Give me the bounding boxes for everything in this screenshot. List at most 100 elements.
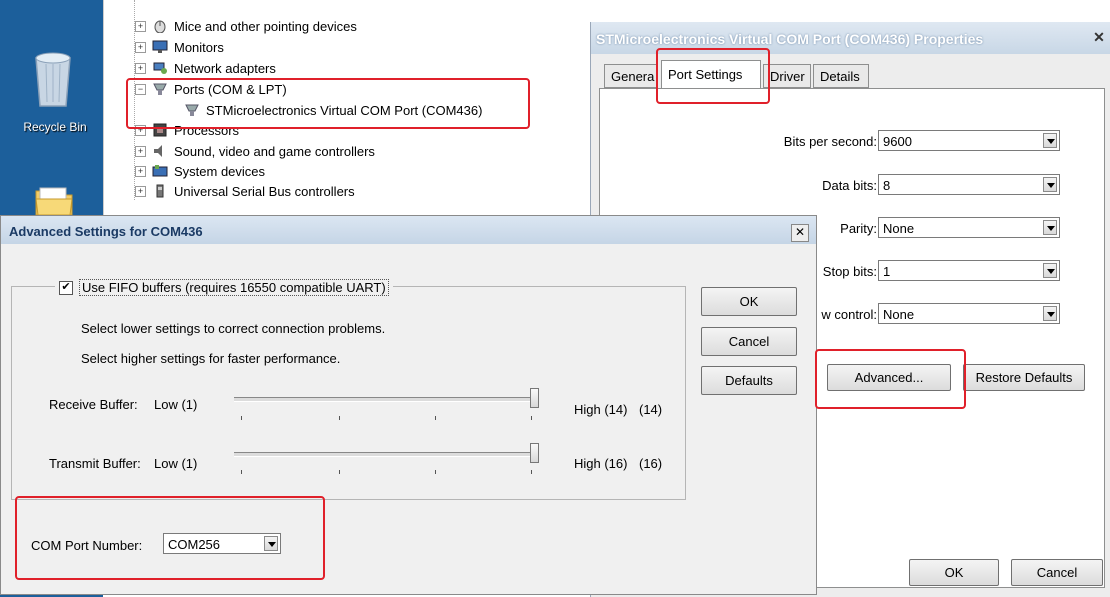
transmit-buffer-slider-thumb[interactable]	[530, 443, 539, 463]
stop-bits-select[interactable]: 1	[878, 260, 1060, 281]
tree-item-label: Network adapters	[174, 60, 276, 76]
sound-icon	[152, 144, 168, 158]
tab-label: Genera	[611, 69, 655, 84]
tab-label: Port Settings	[668, 67, 743, 82]
slider-tick	[435, 470, 436, 474]
dialog-title: STMicroelectronics Virtual COM Port (COM…	[596, 31, 984, 47]
slider-tick	[531, 470, 532, 474]
hint-higher-text: Select higher settings for faster perfor…	[81, 351, 341, 366]
com-port-number-label: COM Port Number:	[31, 538, 143, 553]
cancel-button[interactable]: Cancel	[1011, 559, 1103, 586]
tree-item-mice[interactable]: + Mice and other pointing devices	[135, 16, 357, 36]
bits-per-second-label: Bits per second:	[783, 134, 877, 149]
receive-buffer-high-label: High (14)	[574, 402, 628, 417]
slider-tick	[241, 416, 242, 420]
tree-item-label: System devices	[174, 163, 266, 179]
cancel-button[interactable]: Cancel	[701, 327, 797, 356]
recycle-bin-icon[interactable]	[28, 48, 78, 110]
chevron-down-icon[interactable]	[1043, 177, 1057, 192]
expand-toggle[interactable]: +	[135, 145, 146, 157]
tab-details[interactable]: Details	[813, 64, 869, 88]
restore-defaults-button[interactable]: Restore Defaults	[963, 364, 1085, 391]
expand-toggle[interactable]: +	[135, 165, 146, 177]
close-icon[interactable]: ✕	[1091, 29, 1107, 45]
dialog-title-bar[interactable]: Advanced Settings for COM436 ✕	[1, 216, 816, 244]
chevron-down-icon[interactable]	[1043, 133, 1057, 148]
tree-item-label: Mice and other pointing devices	[174, 18, 357, 34]
tree-item-label: STMicroelectronics Virtual COM Port (COM…	[206, 102, 483, 118]
expand-toggle[interactable]: +	[135, 20, 146, 32]
stop-bits-value: 1	[883, 264, 891, 279]
hint-lower-text: Select lower settings to correct connect…	[81, 321, 386, 336]
chevron-down-icon[interactable]	[1043, 306, 1057, 321]
dialog-title-bar[interactable]: STMicroelectronics Virtual COM Port (COM…	[591, 22, 1110, 54]
chevron-down-icon[interactable]	[1043, 263, 1057, 278]
tree-item-stm-com-port[interactable]: STMicroelectronics Virtual COM Port (COM…	[184, 100, 482, 120]
mouse-icon	[152, 19, 168, 34]
expand-toggle[interactable]: +	[135, 185, 146, 197]
bits-per-second-select[interactable]: 9600	[878, 130, 1060, 151]
expand-toggle[interactable]: +	[135, 41, 146, 53]
tree-item-label: Monitors	[174, 39, 224, 55]
com-port-number-select[interactable]: COM256	[163, 533, 281, 554]
flow-control-value: None	[883, 307, 915, 322]
tree-item-ports[interactable]: − Ports (COM & LPT)	[135, 79, 287, 99]
ok-button[interactable]: OK	[701, 287, 797, 316]
tree-item-system-devices[interactable]: + System devices	[135, 161, 265, 181]
receive-buffer-track	[234, 397, 539, 402]
receive-buffer-slider-thumb[interactable]	[530, 388, 539, 408]
data-bits-label: Data bits:	[822, 178, 877, 193]
tab-port-settings[interactable]: Port Settings	[661, 60, 761, 88]
network-icon	[152, 61, 168, 75]
folder-icon[interactable]	[34, 185, 74, 217]
recycle-bin-label: Recycle Bin	[23, 120, 87, 134]
ok-button[interactable]: OK	[909, 559, 999, 586]
transmit-buffer-label: Transmit Buffer:	[49, 456, 141, 471]
flow-control-select[interactable]: None	[878, 303, 1060, 324]
bits-per-second-value: 9600	[883, 134, 912, 149]
usb-icon	[152, 184, 168, 198]
advanced-button[interactable]: Advanced...	[827, 364, 951, 391]
tree-item-network-adapters[interactable]: + Network adapters	[135, 58, 276, 78]
data-bits-value: 8	[883, 178, 891, 193]
parity-select[interactable]: None	[878, 217, 1060, 238]
receive-buffer-value: (14)	[639, 402, 663, 417]
receive-buffer-label: Receive Buffer:	[49, 397, 138, 412]
tree-item-processors[interactable]: + Processors	[135, 120, 239, 140]
slider-tick	[339, 470, 340, 474]
fifo-checkbox[interactable]: ✔	[59, 280, 73, 295]
tree-item-label: Universal Serial Bus controllers	[174, 183, 355, 199]
receive-buffer-low-label: Low (1)	[154, 397, 198, 412]
processor-icon	[152, 123, 168, 137]
fifo-checkbox-label: Use FIFO buffers (requires 16550 compati…	[79, 279, 389, 296]
tree-item-label: Sound, video and game controllers	[174, 143, 375, 159]
expand-toggle[interactable]: +	[135, 62, 146, 74]
tree-item-sound[interactable]: + Sound, video and game controllers	[135, 141, 375, 161]
com-port-number-value: COM256	[168, 537, 221, 552]
expand-toggle[interactable]: +	[135, 124, 146, 136]
tree-item-label: Ports (COM & LPT)	[174, 81, 287, 97]
fifo-checkbox-row[interactable]: ✔ Use FIFO buffers (requires 16550 compa…	[55, 279, 393, 296]
collapse-toggle[interactable]: −	[135, 83, 146, 95]
chevron-down-icon[interactable]	[1043, 220, 1057, 235]
close-icon[interactable]: ✕	[791, 224, 809, 242]
transmit-buffer-track	[234, 452, 539, 457]
parity-value: None	[883, 221, 915, 236]
tree-item-usb-controllers[interactable]: + Universal Serial Bus controllers	[135, 181, 355, 201]
slider-tick	[435, 416, 436, 420]
transmit-buffer-value: (16)	[639, 456, 663, 471]
monitor-icon	[152, 40, 168, 54]
port-icon	[184, 103, 200, 117]
slider-tick	[531, 416, 532, 420]
data-bits-select[interactable]: 8	[878, 174, 1060, 195]
advanced-settings-dialog: Advanced Settings for COM436 ✕ ✔ Use FIF…	[0, 215, 817, 595]
tree-item-monitors[interactable]: + Monitors	[135, 37, 224, 57]
tab-driver[interactable]: Driver	[763, 64, 811, 88]
defaults-button[interactable]: Defaults	[701, 366, 797, 395]
slider-tick	[339, 416, 340, 420]
port-icon	[152, 82, 168, 96]
transmit-buffer-low-label: Low (1)	[154, 456, 198, 471]
tab-general[interactable]: Genera	[604, 64, 658, 88]
chevron-down-icon[interactable]	[264, 536, 278, 551]
system-icon	[152, 164, 168, 178]
